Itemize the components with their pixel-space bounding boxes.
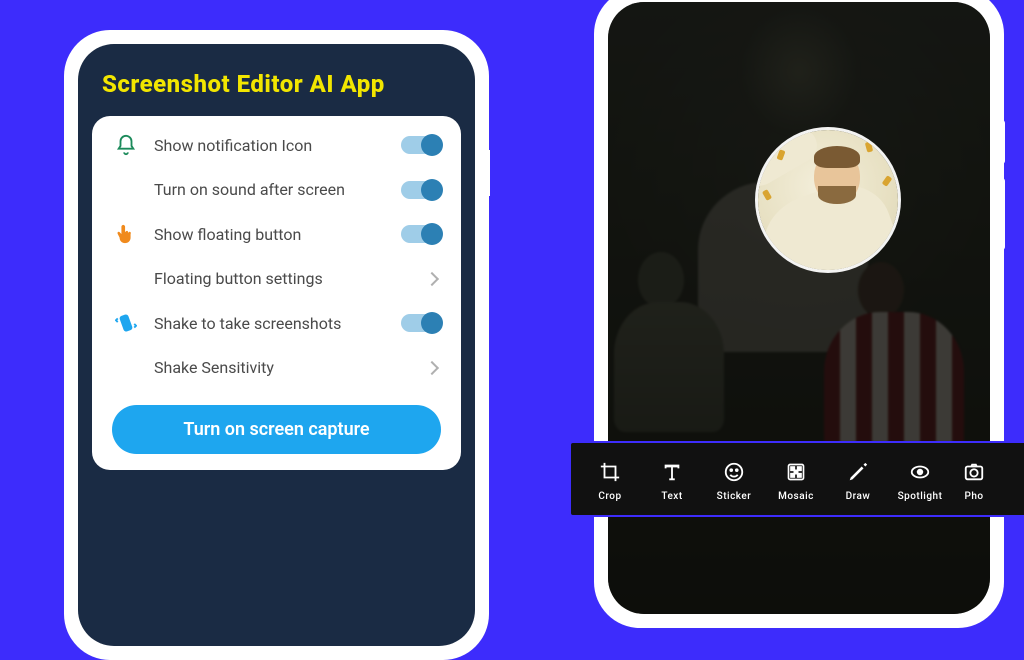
settings-card: Show notification Icon Turn on sound aft… (92, 116, 461, 470)
setting-label: Shake to take screenshots (154, 314, 387, 333)
toggle-switch[interactable] (401, 225, 441, 243)
tool-text[interactable]: Text (641, 459, 703, 502)
app-title: Screenshot Editor AI App (92, 62, 461, 116)
pointer-icon (112, 223, 140, 245)
sticker-icon (721, 459, 747, 485)
setting-shake-sensitivity[interactable]: Shake Sensitivity (92, 346, 461, 389)
chevron-right-icon (425, 360, 439, 374)
shake-icon (112, 312, 140, 334)
phone-side-button (484, 150, 490, 196)
promo-canvas: Screenshot Editor AI App Show notificati… (0, 0, 1024, 576)
setting-sound-after-screen[interactable]: Turn on sound after screen (92, 168, 461, 211)
draw-icon (845, 459, 871, 485)
photo-icon (961, 459, 987, 485)
phone-frame-right (594, 0, 1004, 628)
phone-screen-right (608, 2, 990, 614)
chevron-right-icon (425, 271, 439, 285)
tool-sticker[interactable]: Sticker (703, 459, 765, 502)
text-icon (659, 459, 685, 485)
setting-label: Turn on sound after screen (154, 180, 387, 199)
spotlight-circle[interactable] (758, 130, 898, 270)
phone-side-button (999, 178, 1005, 250)
tool-mosaic[interactable]: Mosaic (765, 459, 827, 502)
setting-floating-button-settings[interactable]: Floating button settings (92, 257, 461, 300)
setting-shake-screenshot[interactable]: Shake to take screenshots (92, 300, 461, 346)
setting-notification-icon[interactable]: Show notification Icon (92, 122, 461, 168)
tool-label: Mosaic (778, 491, 814, 502)
setting-label: Show notification Icon (154, 136, 387, 155)
editor-toolbar: Crop Text Sticker Mosaic Draw (569, 441, 1024, 517)
toggle-switch[interactable] (401, 181, 441, 199)
tool-spotlight[interactable]: Spotlight (889, 459, 951, 502)
tool-draw[interactable]: Draw (827, 459, 889, 502)
setting-label: Floating button settings (154, 269, 413, 288)
turn-on-capture-button[interactable]: Turn on screen capture (112, 405, 441, 454)
crop-icon (597, 459, 623, 485)
bell-icon (112, 134, 140, 156)
tool-label: Spotlight (898, 491, 943, 502)
setting-label: Show floating button (154, 225, 387, 244)
tool-label: Pho (964, 491, 983, 502)
tool-label: Draw (846, 491, 871, 502)
spotlight-icon (907, 459, 933, 485)
phone-screen-left: Screenshot Editor AI App Show notificati… (78, 44, 475, 646)
mosaic-icon (783, 459, 809, 485)
tool-photo[interactable]: Pho (951, 459, 997, 502)
toggle-switch[interactable] (401, 314, 441, 332)
setting-label: Shake Sensitivity (154, 358, 413, 377)
toggle-switch[interactable] (401, 136, 441, 154)
tool-label: Text (661, 491, 682, 502)
phone-side-button (999, 120, 1005, 164)
tool-label: Sticker (717, 491, 752, 502)
tool-label: Crop (598, 491, 621, 502)
setting-floating-button[interactable]: Show floating button (92, 211, 461, 257)
tool-crop[interactable]: Crop (579, 459, 641, 502)
phone-frame-left: Screenshot Editor AI App Show notificati… (64, 30, 489, 660)
dimmed-overlay (608, 2, 990, 614)
